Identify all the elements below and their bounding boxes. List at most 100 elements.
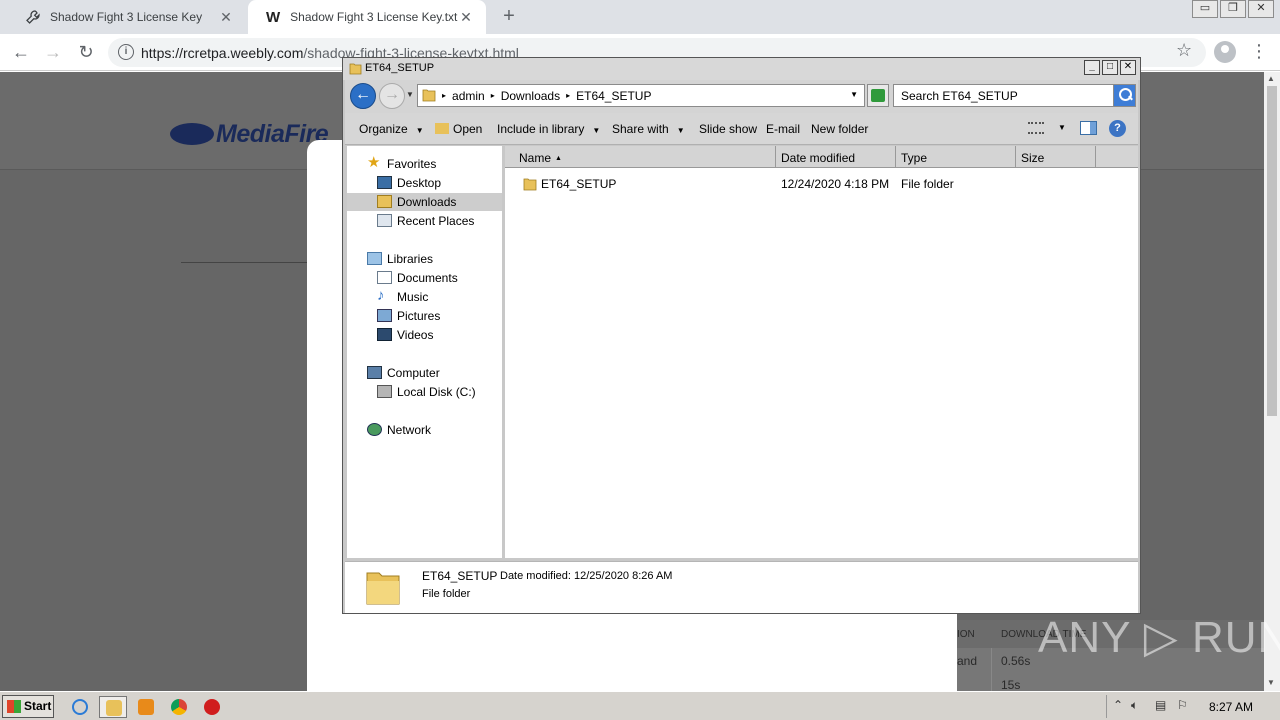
chevron-icon[interactable]: ▸ — [442, 91, 446, 103]
reload-icon[interactable]: ↻ — [74, 41, 98, 65]
close-window-button[interactable]: ✕ — [1248, 0, 1274, 18]
column-size[interactable]: Size — [1016, 146, 1096, 168]
browser-tabstrip: Shadow Fight 3 License Key ✕ W Shadow Fi… — [0, 0, 1280, 34]
chevron-icon[interactable]: ▸ — [566, 91, 570, 103]
maximize-button[interactable]: □ — [1102, 60, 1118, 75]
show-hidden-icons[interactable]: ⌃ — [1113, 698, 1123, 712]
share-with-button[interactable]: Share with ▼ — [612, 122, 685, 136]
scroll-up-icon[interactable]: ▲ — [1267, 74, 1275, 83]
search-input[interactable]: Search ET64_SETUP — [893, 84, 1136, 107]
desktop-icon — [377, 176, 392, 189]
search-icon[interactable] — [1113, 85, 1135, 106]
scrollbar-thumb[interactable] — [1267, 86, 1277, 416]
network-globe-icon — [367, 423, 382, 436]
mediafire-flame-icon — [170, 123, 214, 145]
restore-button[interactable]: ❐ — [1220, 0, 1246, 18]
breadcrumb[interactable]: ▸ admin ▸ Downloads ▸ ET64_SETUP ▼ — [417, 84, 865, 107]
nav-music[interactable]: ♪ Music — [377, 287, 497, 306]
breadcrumb-et64-setup[interactable]: ET64_SETUP — [576, 89, 651, 103]
forward-icon[interactable]: → — [41, 41, 65, 65]
breadcrumb-admin[interactable]: admin — [452, 89, 485, 103]
wrench-icon — [26, 10, 40, 24]
network-icon[interactable]: ▤ — [1155, 698, 1166, 712]
new-tab-button[interactable]: + — [498, 6, 520, 28]
computer-icon — [367, 366, 382, 379]
file-row[interactable]: ET64_SETUP 12/24/2020 4:18 PM File folde… — [505, 175, 1138, 193]
taskbar-media-player[interactable] — [132, 696, 160, 718]
mediafire-logo[interactable]: MediaFire — [170, 120, 329, 149]
back-arrow-icon[interactable]: ← — [350, 83, 376, 109]
explorer-titlebar[interactable]: ET64_SETUP _ □ ✕ — [343, 58, 1140, 80]
details-name: ET64_SETUP — [422, 569, 498, 583]
details-date: Date modified: 12/25/2020 8:26 AM — [500, 570, 673, 582]
volume-icon[interactable]: 🔈︎ — [1131, 698, 1138, 713]
minimize-button[interactable]: _ — [1084, 60, 1100, 75]
nav-computer[interactable]: Computer — [367, 364, 497, 382]
view-dropdown-icon[interactable]: ▼ — [1058, 123, 1066, 132]
folder-icon — [349, 63, 362, 75]
close-tab-icon[interactable]: ✕ — [458, 9, 474, 26]
refresh-icon[interactable] — [867, 84, 889, 107]
organize-button[interactable]: Organize ▼ — [359, 122, 424, 136]
taskbar-ie[interactable] — [66, 696, 94, 718]
scroll-down-icon[interactable]: ▼ — [1267, 678, 1275, 687]
anyrun-watermark: ANY ▷ RUN — [1038, 613, 1280, 662]
tab-license-key-txt[interactable]: W Shadow Fight 3 License Key.txt - rcr ✕ — [248, 0, 486, 34]
taskbar-stop-app[interactable] — [198, 696, 226, 718]
nav-libraries[interactable]: Libraries — [367, 250, 497, 268]
nav-documents[interactable]: Documents — [377, 269, 497, 287]
forward-arrow-icon[interactable]: → — [379, 83, 405, 109]
command-bar: Organize ▼ Open Include in library ▼ Share… — [345, 113, 1138, 145]
preview-pane-icon[interactable] — [1080, 121, 1097, 135]
column-type[interactable]: Type — [896, 146, 1016, 168]
back-icon[interactable]: ← — [9, 41, 33, 65]
close-button[interactable]: ✕ — [1120, 60, 1136, 75]
recent-places-icon — [377, 214, 392, 227]
taskbar-explorer[interactable] — [99, 696, 127, 718]
bookmark-star-icon[interactable]: ☆ — [1176, 40, 1192, 61]
nav-network[interactable]: Network — [367, 421, 497, 439]
nav-pictures[interactable]: Pictures — [377, 307, 497, 325]
star-icon: ★ — [367, 154, 381, 171]
new-folder-button[interactable]: New folder — [811, 122, 868, 136]
close-tab-icon[interactable]: ✕ — [218, 9, 234, 26]
action-center-flag-icon[interactable]: ⚐ — [1177, 698, 1188, 712]
minimize-button[interactable]: ▭ — [1192, 0, 1218, 18]
help-icon[interactable]: ? — [1109, 120, 1126, 137]
start-button[interactable]: Start — [2, 695, 54, 718]
nav-recent-places[interactable]: Recent Places — [377, 212, 497, 230]
music-note-icon: ♪ — [377, 287, 385, 304]
nav-desktop[interactable]: Desktop — [377, 174, 497, 192]
taskbar-chrome[interactable] — [165, 696, 193, 718]
history-dropdown-icon[interactable]: ▼ — [406, 90, 414, 99]
file-type: File folder — [901, 177, 954, 191]
navigation-pane: ★ Favorites Desktop Downloads Recent Pla… — [347, 146, 502, 558]
change-view-icon[interactable] — [1028, 122, 1044, 134]
chrome-icon — [171, 699, 187, 715]
slide-show-button[interactable]: Slide show — [699, 122, 757, 136]
table-cell: 15s — [1001, 678, 1021, 691]
menu-dots-icon[interactable]: ⋮ — [1250, 41, 1268, 62]
site-info-icon[interactable]: i — [118, 44, 134, 60]
clock[interactable]: 8:27 AM — [1209, 700, 1253, 714]
search-placeholder: Search ET64_SETUP — [901, 89, 1018, 103]
open-button[interactable]: Open — [435, 122, 482, 136]
chevron-icon[interactable]: ▸ — [491, 91, 495, 103]
column-name[interactable]: Name ▲ — [505, 146, 776, 168]
nav-local-disk[interactable]: Local Disk (C:) — [377, 383, 497, 401]
include-in-library-button[interactable]: Include in library ▼ — [497, 122, 600, 136]
system-tray: ⌃ 🔈︎ ▤ ⚐ 8:27 AM — [1106, 695, 1278, 718]
folder-icon — [422, 89, 436, 102]
email-button[interactable]: E-mail — [766, 122, 800, 136]
breadcrumb-downloads[interactable]: Downloads — [501, 89, 560, 103]
nav-downloads[interactable]: Downloads — [347, 193, 502, 211]
file-name: ET64_SETUP — [541, 177, 617, 191]
account-avatar-icon[interactable] — [1214, 41, 1236, 63]
nav-favorites[interactable]: ★ Favorites — [367, 154, 497, 173]
address-dropdown-icon[interactable]: ▼ — [850, 90, 858, 99]
tab-shadow-fight-license-key[interactable]: Shadow Fight 3 License Key ✕ — [8, 0, 246, 34]
nav-videos[interactable]: Videos — [377, 326, 497, 344]
page-scrollbar[interactable]: ▲ ▼ — [1264, 72, 1280, 691]
column-date-modified[interactable]: Date modified — [776, 146, 896, 168]
file-list: Name ▲ Date modified Type Size ET64_SETUP… — [505, 146, 1138, 558]
